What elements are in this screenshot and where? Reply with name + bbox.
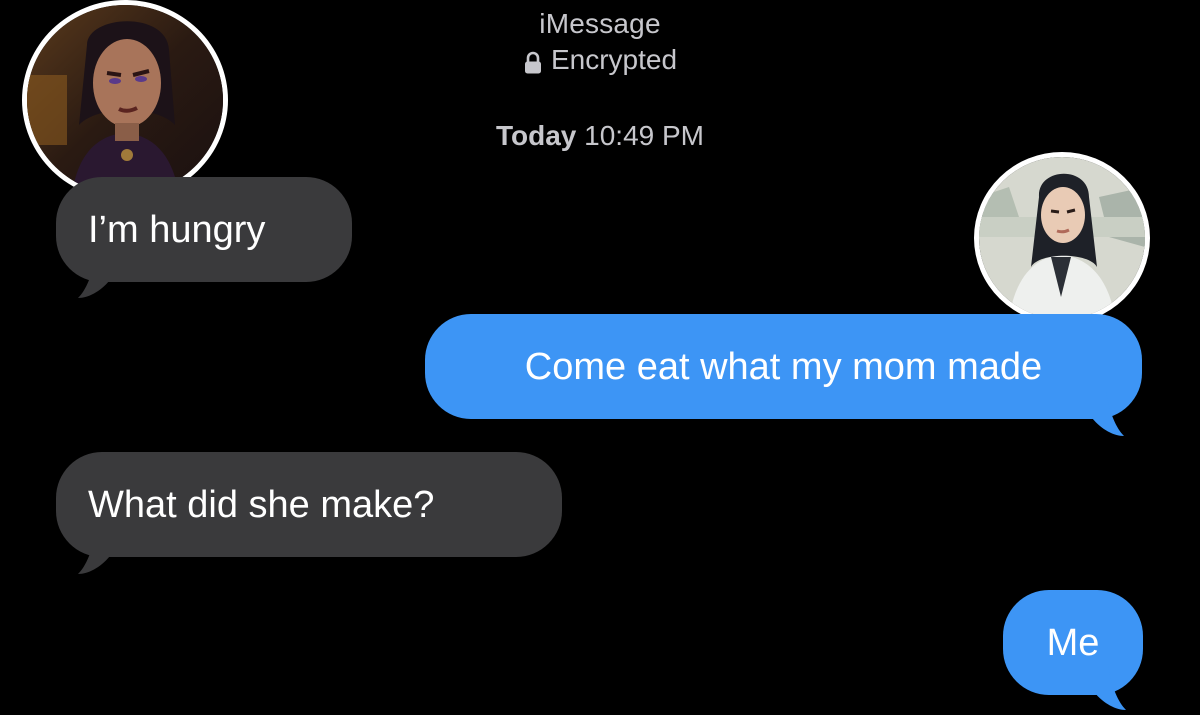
- message-bubble-sent[interactable]: Come eat what my mom made: [425, 314, 1142, 419]
- bubble-tail: [78, 254, 110, 298]
- lock-icon: [523, 48, 543, 74]
- encryption-status: Encrypted: [523, 42, 677, 78]
- bubble-tail: [1094, 666, 1126, 710]
- message-bubble-received[interactable]: What did she make?: [56, 452, 562, 557]
- encryption-label: Encrypted: [550, 44, 678, 75]
- message-text: Me: [1046, 621, 1100, 664]
- contact-avatar[interactable]: [22, 0, 228, 200]
- message-text: I’m hungry: [88, 208, 266, 251]
- message-text: Come eat what my mom made: [524, 345, 1043, 388]
- message-text: What did she make?: [88, 483, 435, 526]
- user-avatar[interactable]: [974, 152, 1150, 324]
- timestamp-time: 10:49 PM: [584, 120, 705, 151]
- bubble-tail: [1092, 392, 1124, 436]
- portrait-avatar-icon: [979, 157, 1145, 319]
- timestamp-day: Today: [495, 120, 577, 151]
- portrait-avatar-icon: [27, 5, 223, 195]
- bubble-tail: [78, 530, 110, 574]
